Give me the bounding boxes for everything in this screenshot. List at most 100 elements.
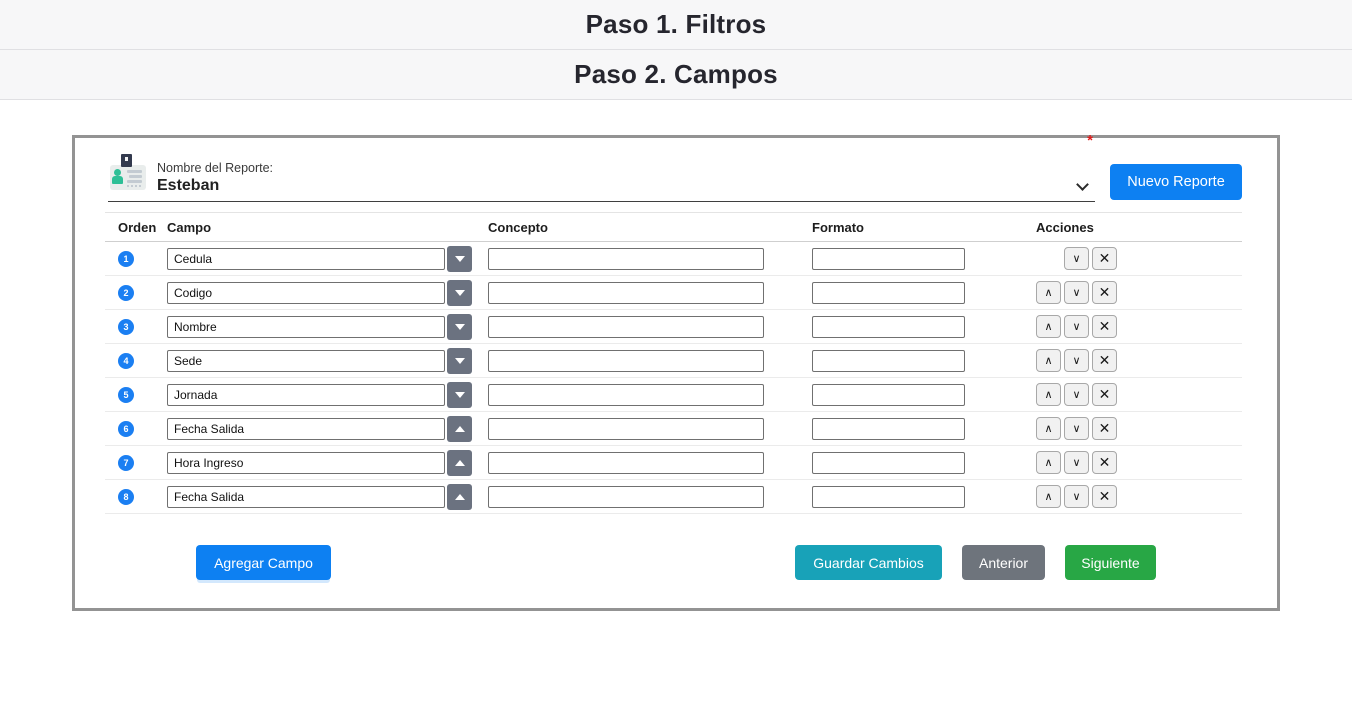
id-badge-icon — [110, 154, 146, 196]
delete-icon: ✕ — [1099, 421, 1111, 437]
arrow-down-icon: ∨ — [1072, 490, 1080, 503]
delete-row-button[interactable]: ✕ — [1092, 485, 1117, 508]
move-up-button[interactable]: ∧ — [1036, 417, 1061, 440]
campo-input[interactable] — [167, 384, 445, 406]
concepto-input[interactable] — [488, 452, 764, 474]
table-header-row: Orden Campo Concepto Formato Acciones — [105, 213, 1242, 242]
order-badge: 5 — [118, 387, 134, 403]
campo-input[interactable] — [167, 486, 445, 508]
delete-row-button[interactable]: ✕ — [1092, 383, 1117, 406]
guardar-cambios-button[interactable]: Guardar Cambios — [795, 545, 942, 580]
fields-table: Orden Campo Concepto Formato Acciones 1 … — [105, 212, 1242, 514]
table-row: 8 ∧ ∨ ✕ — [105, 480, 1242, 514]
table-row: 6 ∧ ∨ ✕ — [105, 412, 1242, 446]
column-header-acciones: Acciones — [1036, 220, 1242, 235]
formato-input[interactable] — [812, 384, 965, 406]
arrow-up-icon: ∧ — [1044, 490, 1052, 503]
move-down-button[interactable]: ∨ — [1064, 417, 1089, 440]
nuevo-reporte-button[interactable]: Nuevo Reporte — [1110, 164, 1242, 200]
move-down-button[interactable]: ∨ — [1064, 281, 1089, 304]
delete-row-button[interactable]: ✕ — [1092, 281, 1117, 304]
formato-input[interactable] — [812, 486, 965, 508]
move-down-button[interactable]: ∨ — [1064, 349, 1089, 372]
arrow-down-icon: ∨ — [1072, 320, 1080, 333]
campo-dropdown-button[interactable] — [447, 382, 472, 408]
campo-input[interactable] — [167, 418, 445, 440]
move-up-button[interactable]: ∧ — [1036, 281, 1061, 304]
formato-input[interactable] — [812, 316, 965, 338]
chevron-down-icon[interactable] — [1078, 180, 1087, 189]
campo-input[interactable] — [167, 316, 445, 338]
order-badge: 7 — [118, 455, 134, 471]
delete-row-button[interactable]: ✕ — [1092, 417, 1117, 440]
campo-dropdown-button[interactable] — [447, 280, 472, 306]
delete-row-button[interactable]: ✕ — [1092, 451, 1117, 474]
move-down-button[interactable]: ∨ — [1064, 247, 1089, 270]
arrow-down-icon: ∨ — [1072, 456, 1080, 469]
anterior-button[interactable]: Anterior — [962, 545, 1045, 580]
table-row: 5 ∧ ∨ ✕ — [105, 378, 1242, 412]
move-down-button[interactable]: ∨ — [1064, 451, 1089, 474]
concepto-input[interactable] — [488, 350, 764, 372]
agregar-campo-button[interactable]: Agregar Campo — [196, 545, 331, 580]
order-badge: 8 — [118, 489, 134, 505]
table-row: 7 ∧ ∨ ✕ — [105, 446, 1242, 480]
siguiente-button[interactable]: Siguiente — [1065, 545, 1156, 580]
formato-input[interactable] — [812, 452, 965, 474]
move-up-button[interactable]: ∧ — [1036, 383, 1061, 406]
concepto-input[interactable] — [488, 384, 764, 406]
table-row: 4 ∧ ∨ ✕ — [105, 344, 1242, 378]
campo-dropdown-button[interactable] — [447, 416, 472, 442]
concepto-input[interactable] — [488, 316, 764, 338]
campo-dropdown-button[interactable] — [447, 484, 472, 510]
delete-icon: ✕ — [1099, 489, 1111, 505]
move-up-button[interactable]: ∧ — [1036, 485, 1061, 508]
report-name-value: Esteban — [157, 177, 273, 195]
formato-input[interactable] — [812, 248, 965, 270]
campo-dropdown-button[interactable] — [447, 246, 472, 272]
campo-input[interactable] — [167, 452, 445, 474]
delete-icon: ✕ — [1099, 251, 1111, 267]
move-down-button[interactable]: ∨ — [1064, 383, 1089, 406]
dropdown-caret-icon — [455, 426, 465, 432]
order-badge: 4 — [118, 353, 134, 369]
dropdown-caret-icon — [455, 324, 465, 330]
move-up-button[interactable]: ∧ — [1036, 349, 1061, 372]
step-2-bar: Paso 2. Campos — [0, 50, 1352, 100]
delete-row-button[interactable]: ✕ — [1092, 247, 1117, 270]
arrow-down-icon: ∨ — [1072, 286, 1080, 299]
campo-input[interactable] — [167, 350, 445, 372]
move-down-button[interactable]: ∨ — [1064, 485, 1089, 508]
move-up-button[interactable]: ∧ — [1036, 451, 1061, 474]
campo-dropdown-button[interactable] — [447, 314, 472, 340]
formato-input[interactable] — [812, 418, 965, 440]
formato-input[interactable] — [812, 282, 965, 304]
dropdown-caret-icon — [455, 256, 465, 262]
concepto-input[interactable] — [488, 248, 764, 270]
report-name-select[interactable]: Nombre del Reporte: Esteban * — [108, 154, 1095, 202]
delete-icon: ✕ — [1099, 455, 1111, 471]
step-1-bar: Paso 1. Filtros — [0, 0, 1352, 50]
formato-input[interactable] — [812, 350, 965, 372]
required-asterisk: * — [1087, 132, 1093, 149]
move-down-button[interactable]: ∨ — [1064, 315, 1089, 338]
delete-row-button[interactable]: ✕ — [1092, 315, 1117, 338]
dropdown-caret-icon — [455, 358, 465, 364]
report-name-label: Nombre del Reporte: — [157, 161, 273, 175]
delete-icon: ✕ — [1099, 319, 1111, 335]
footer-buttons: Agregar Campo Guardar Cambios Anterior S… — [105, 545, 1242, 580]
order-badge: 1 — [118, 251, 134, 267]
concepto-input[interactable] — [488, 418, 764, 440]
arrow-up-icon: ∧ — [1044, 354, 1052, 367]
concepto-input[interactable] — [488, 486, 764, 508]
move-up-button[interactable]: ∧ — [1036, 315, 1061, 338]
delete-icon: ✕ — [1099, 387, 1111, 403]
campo-dropdown-button[interactable] — [447, 450, 472, 476]
campo-dropdown-button[interactable] — [447, 348, 472, 374]
campo-input[interactable] — [167, 248, 445, 270]
delete-row-button[interactable]: ✕ — [1092, 349, 1117, 372]
column-header-concepto: Concepto — [488, 220, 812, 235]
campo-input[interactable] — [167, 282, 445, 304]
table-row: 3 ∧ ∨ ✕ — [105, 310, 1242, 344]
concepto-input[interactable] — [488, 282, 764, 304]
